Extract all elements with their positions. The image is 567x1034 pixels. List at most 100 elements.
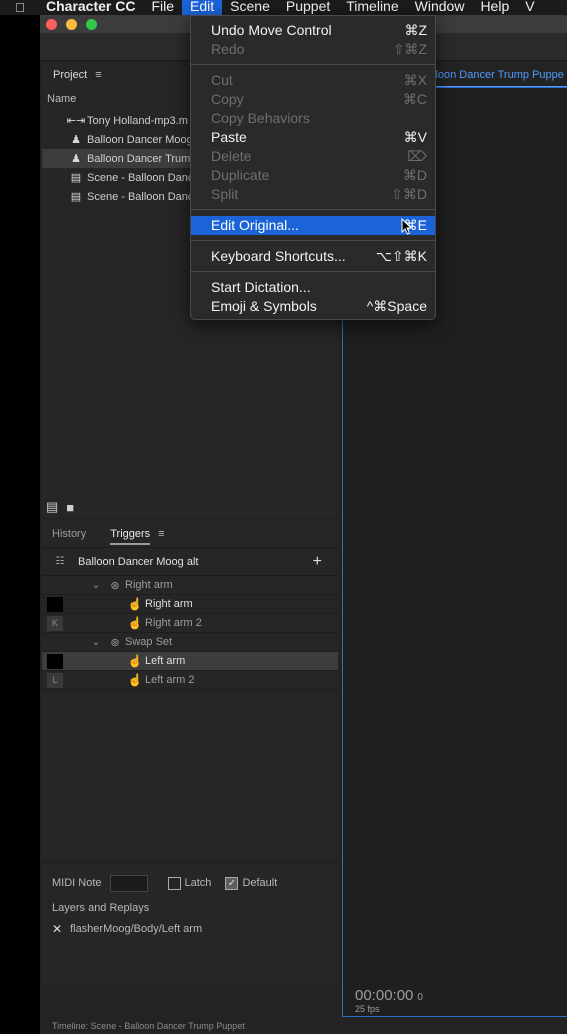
frame-number: 0	[417, 992, 423, 1003]
project-item-label: Scene - Balloon Danc	[87, 190, 194, 203]
menu-item-label: Keyboard Shortcuts...	[211, 248, 346, 264]
menu-window[interactable]: Window	[407, 0, 473, 15]
trigger-group-row[interactable]: ⌄ ⊛ Swap Set	[42, 633, 338, 652]
trigger-row[interactable]: L ☝ Left arm 2	[42, 671, 338, 690]
keyboard-icon: ☷	[55, 556, 65, 567]
key-cell[interactable]: L	[47, 672, 63, 688]
remove-layer-icon[interactable]: ✕	[52, 922, 62, 936]
menu-item-label: Redo	[211, 41, 245, 57]
puppet-header: ☷ Balloon Dancer Moog alt +	[42, 548, 338, 576]
menu-separator	[191, 240, 435, 241]
menu-item-start-dictation[interactable]: Start Dictation...	[191, 278, 435, 297]
fps-label: 25 fps	[355, 1004, 380, 1014]
default-checkbox[interactable]: ✓	[225, 876, 239, 890]
menu-item-label: Start Dictation...	[211, 279, 311, 295]
menu-bar:  Character CC File Edit Scene Puppet Ti…	[0, 0, 567, 15]
shortcut: ⌘V	[403, 129, 427, 145]
menu-edit[interactable]: Edit	[182, 0, 223, 15]
menu-file[interactable]: File	[143, 0, 182, 15]
menu-item-edit-original[interactable]: Edit Original... ⌘E	[191, 216, 435, 235]
swap-set-icon: ⊛	[110, 579, 120, 592]
menu-item-paste[interactable]: Paste ⌘V	[191, 128, 435, 147]
timecode-value: 00:00:00	[355, 987, 414, 1004]
menu-item-copy[interactable]: Copy ⌘C	[191, 90, 435, 109]
menu-item-label: Undo Move Control	[211, 22, 332, 38]
latch-checkbox-wrap[interactable]: Latch	[167, 876, 212, 890]
menu-item-keyboard-shortcuts[interactable]: Keyboard Shortcuts... ⌥⇧⌘K	[191, 247, 435, 266]
project-item-label: Balloon Dancer Trum	[87, 152, 191, 165]
hand-icon: ☝	[127, 654, 143, 668]
menu-item-split[interactable]: Split ⇧⌘D	[191, 185, 435, 204]
menu-item-label: Edit Original...	[211, 217, 299, 233]
key-cell[interactable]: K	[47, 615, 63, 631]
menu-scene[interactable]: Scene	[222, 0, 278, 15]
menu-item-redo[interactable]: Redo ⇧⌘Z	[191, 40, 435, 59]
menu-puppet[interactable]: Puppet	[278, 0, 338, 15]
panel-menu-icon[interactable]: ≡	[158, 528, 164, 540]
shortcut: ⌘D	[402, 167, 427, 183]
midi-note-field[interactable]	[109, 874, 148, 892]
close-window-button[interactable]	[46, 19, 57, 30]
midi-note-label: MIDI Note	[52, 877, 102, 889]
menu-item-label: Emoji & Symbols	[211, 298, 317, 314]
timeline-tab-strip[interactable]: Timeline: Scene - Balloon Dancer Trump P…	[40, 1021, 567, 1034]
latch-label: Latch	[184, 877, 212, 889]
menu-app-name[interactable]: Character CC	[40, 0, 143, 15]
panel-tabs: History Triggers ≡	[42, 520, 338, 548]
trigger-group-row[interactable]: ⌄ ⊛ Right arm	[42, 576, 338, 595]
chevron-down-icon[interactable]: ⌄	[87, 580, 105, 591]
tab-triggers[interactable]: Triggers	[110, 522, 151, 545]
project-title: Project	[53, 69, 88, 81]
timecode: 00:00:00 0	[355, 987, 423, 1004]
audio-icon: ⇤⇥	[66, 115, 86, 127]
hand-icon: ☝	[127, 616, 143, 630]
key-cell[interactable]	[47, 596, 63, 612]
add-trigger-button[interactable]: +	[313, 553, 322, 571]
trigger-row[interactable]: K ☝ Right arm 2	[42, 614, 338, 633]
trigger-row[interactable]: ☝ Right arm	[42, 595, 338, 614]
menu-separator	[191, 209, 435, 210]
scene-tab-label: lloon Dancer Trump Puppe	[433, 69, 564, 81]
puppet-name: Balloon Dancer Moog alt	[78, 555, 199, 568]
default-label: Default	[242, 877, 278, 889]
shortcut: ⇧⌘Z	[392, 41, 427, 57]
key-cell	[47, 635, 63, 650]
zoom-window-button[interactable]	[86, 19, 97, 30]
hand-icon: ☝	[127, 597, 143, 611]
menu-item-delete[interactable]: Delete ⌦	[191, 147, 435, 166]
trigger-group-label: Swap Set	[125, 636, 173, 648]
new-folder-icon[interactable]: ■	[66, 500, 74, 515]
latch-checkbox[interactable]	[167, 876, 181, 890]
menu-help[interactable]: Help	[472, 0, 517, 15]
menu-item-cut[interactable]: Cut ⌘X	[191, 71, 435, 90]
menu-item-label: Cut	[211, 72, 233, 88]
trigger-group-label: Right arm	[125, 579, 173, 591]
menu-item-duplicate[interactable]: Duplicate ⌘D	[191, 166, 435, 185]
menu-item-emoji-symbols[interactable]: Emoji & Symbols ^⌘Space	[191, 297, 435, 316]
shortcut: ⌘Z	[404, 22, 427, 38]
key-cell[interactable]	[47, 653, 63, 669]
trigger-properties: MIDI Note Latch ✓ Default Layers and Rep…	[42, 864, 338, 984]
default-checkbox-wrap[interactable]: ✓ Default	[225, 876, 278, 890]
swap-set-icon: ⊛	[110, 636, 120, 649]
menu-item-copy-behaviors[interactable]: Copy Behaviors	[191, 109, 435, 128]
menu-timeline[interactable]: Timeline	[338, 0, 406, 15]
menu-item-label: Duplicate	[211, 167, 270, 183]
chevron-down-icon[interactable]: ⌄	[87, 637, 105, 648]
new-scene-icon[interactable]: ▤	[46, 499, 58, 515]
menu-separator	[191, 271, 435, 272]
project-item-label: Scene - Balloon Danc	[87, 171, 194, 184]
trigger-label: Right arm	[145, 598, 193, 610]
tab-history[interactable]: History	[52, 522, 86, 546]
menu-view[interactable]: V	[517, 0, 542, 15]
menu-item-label: Split	[211, 186, 239, 202]
layer-path-row: ✕ flasherMoog/Body/Left arm	[52, 922, 202, 936]
menu-item-undo[interactable]: Undo Move Control ⌘Z	[191, 21, 435, 40]
menu-item-label: Delete	[211, 148, 252, 164]
menu-item-label: Paste	[211, 129, 247, 145]
desktop-edge	[0, 15, 40, 1034]
minimize-window-button[interactable]	[66, 19, 77, 30]
apple-icon[interactable]: 	[0, 0, 40, 15]
panel-menu-icon[interactable]: ≡	[95, 69, 101, 81]
trigger-row-selected[interactable]: ☝ Left arm	[42, 652, 338, 671]
